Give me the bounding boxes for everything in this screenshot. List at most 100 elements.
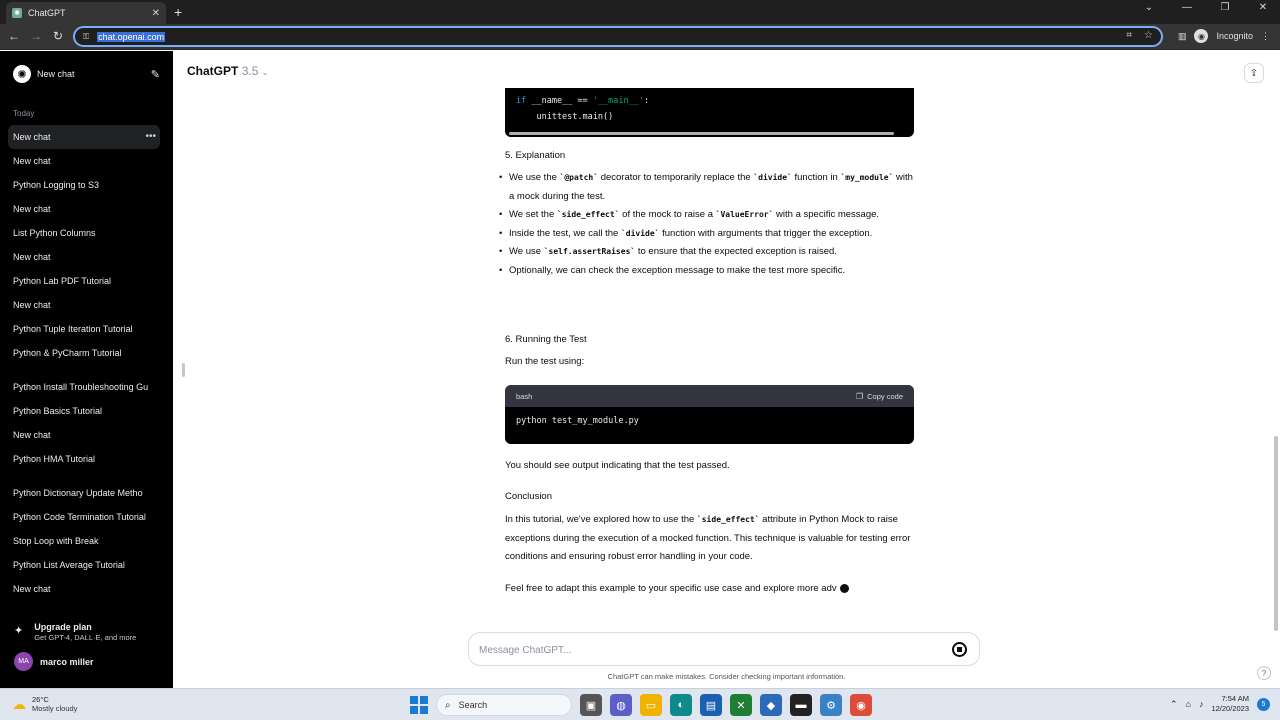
code-block-bash: bash ❐ Copy code python test_my_module.p… <box>505 385 914 444</box>
menu-kebab-icon[interactable]: ⋮ <box>1261 31 1270 42</box>
clipboard-icon: ❐ <box>855 391 864 401</box>
address-toolbar: ← → ↻ ⚿ chat.openai.com ⌗ ☆ ▥ ◉ Incognit… <box>0 24 1280 50</box>
openai-logo-icon: ✺ <box>13 65 31 83</box>
incognito-eye-icon[interactable]: ⌗ <box>1126 30 1132 41</box>
edge-icon[interactable]: ◐ <box>670 694 692 716</box>
user-menu[interactable]: MA marco miller <box>14 652 94 671</box>
volume-icon[interactable]: ♪ <box>1199 699 1204 709</box>
chevron-down-icon: ⌄ <box>261 68 269 77</box>
new-tab-icon[interactable]: + <box>174 3 182 21</box>
terminal-icon[interactable]: ▬ <box>790 694 812 716</box>
code-text: python test_my_module.py <box>516 416 639 426</box>
list-item[interactable]: Stop Loop with Break <box>8 529 160 553</box>
incognito-label[interactable]: Incognito <box>1216 31 1253 41</box>
site-info-icon[interactable]: ⚿ <box>83 32 89 42</box>
excel-icon[interactable]: ✕ <box>730 694 752 716</box>
minimize-icon[interactable]: — <box>1178 2 1196 13</box>
horizontal-scrollbar[interactable] <box>509 132 894 135</box>
list-item: Inside the test, we call the `divide` fu… <box>499 225 915 244</box>
list-item[interactable]: Python List Average Tutorial <box>8 553 160 577</box>
list-item[interactable]: Python & PyCharm Tutorial <box>8 341 160 365</box>
close-tab-icon[interactable]: ✕ <box>152 8 160 19</box>
model-selector[interactable]: ChatGPT 3.5 ⌄ <box>187 64 268 78</box>
list-item[interactable]: New chat <box>8 423 160 447</box>
list-item[interactable]: Python Tuple Iteration Tutorial <box>8 317 160 341</box>
file-explorer-icon[interactable]: ▭ <box>640 694 662 716</box>
windows-start-icon[interactable] <box>410 696 428 714</box>
output-note: You should see output indicating that th… <box>505 460 730 471</box>
list-item[interactable]: Python Basics Tutorial <box>8 399 160 423</box>
sparkle-icon: ✦ <box>14 625 24 637</box>
tab-search-icon[interactable]: ⌄ <box>1140 2 1158 13</box>
windows-taskbar: ☁ 26°C Mostly cloudy ⌕ Search ▣ ◍ ▭ ◐ ▤ ✕… <box>0 688 1280 720</box>
list-item[interactable]: Python Logging to S3 <box>8 173 160 197</box>
user-name: marco miller <box>40 656 94 667</box>
close-window-icon[interactable]: ✕ <box>1254 2 1272 13</box>
forward-icon[interactable]: → <box>28 29 44 43</box>
side-panel-icon[interactable]: ▥ <box>1178 31 1187 42</box>
settings-app-icon[interactable]: ⚙ <box>820 694 842 716</box>
upgrade-plan-button[interactable]: ✦ Upgrade plan Get GPT-4, DALL·E, and mo… <box>14 622 136 642</box>
list-item[interactable]: New chat <box>8 577 160 601</box>
share-icon[interactable]: ⇪ <box>1244 63 1264 83</box>
copy-code-button[interactable]: ❐ Copy code <box>856 392 903 401</box>
weather-widget[interactable]: ☁ 26°C Mostly cloudy <box>12 695 77 713</box>
list-item[interactable]: New chat <box>8 149 160 173</box>
final-line: Feel free to adapt this example to your … <box>505 580 915 599</box>
tab-title: ChatGPT <box>28 8 66 18</box>
task-view-icon[interactable]: ▣ <box>580 694 602 716</box>
avatar: MA <box>14 652 33 671</box>
chrome-icon[interactable]: ◉ <box>850 694 872 716</box>
incognito-icon[interactable]: ◉ <box>1194 29 1209 43</box>
list-item[interactable]: Python Lab PDF Tutorial <box>8 269 160 293</box>
notification-badge[interactable]: 5 <box>1257 697 1270 711</box>
temperature: 26°C <box>32 695 49 704</box>
stop-generating-button[interactable] <box>952 642 967 657</box>
message-input[interactable] <box>479 641 919 659</box>
vscode-icon[interactable]: ◆ <box>760 694 782 716</box>
list-item[interactable]: Python Install Troubleshooting Gu <box>8 375 160 399</box>
address-bar[interactable]: ⚿ chat.openai.com ⌗ ☆ <box>73 26 1163 47</box>
code-block-python: if __name__ == '__main__': unittest.main… <box>505 88 914 137</box>
list-item[interactable]: New chat ••• <box>8 125 160 149</box>
search-icon: ⌕ <box>445 699 451 711</box>
taskbar-search[interactable]: ⌕ Search <box>436 694 572 716</box>
chevron-up-icon[interactable]: ⌃ <box>1170 699 1178 710</box>
section-heading: 6. Running the Test <box>505 334 587 345</box>
cloud-sun-icon: ☁ <box>12 695 26 712</box>
list-item[interactable]: New chat <box>8 197 160 221</box>
store-icon[interactable]: ▤ <box>700 694 722 716</box>
new-chat-label: New chat <box>37 69 75 79</box>
list-item[interactable]: Python Code Termination Tutorial <box>8 505 160 529</box>
list-item[interactable]: Python HMA Tutorial <box>8 447 160 471</box>
url-text[interactable]: chat.openai.com <box>97 31 166 42</box>
upgrade-title: Upgrade plan <box>34 622 92 632</box>
new-chat-button[interactable]: ✺ New chat ✎ <box>10 63 160 85</box>
vertical-scrollbar[interactable] <box>1274 436 1278 631</box>
list-item[interactable]: List Python Columns <box>8 221 160 245</box>
section-heading: Conclusion <box>505 491 552 502</box>
stop-icon <box>957 647 962 652</box>
sidebar-toggle-handle[interactable] <box>182 363 185 377</box>
list-item[interactable]: New chat <box>8 293 160 317</box>
sidebar: ✺ New chat ✎ Today New chat ••• New chat … <box>0 51 173 688</box>
back-icon[interactable]: ← <box>6 29 22 43</box>
taskbar-apps: ⌕ Search ▣ ◍ ▭ ◐ ▤ ✕ ◆ ▬ ⚙ ◉ <box>410 694 872 716</box>
list-item: Optionally, we can check the exception m… <box>499 262 915 281</box>
run-intro: Run the test using: <box>505 356 585 367</box>
chat-icon[interactable]: ◍ <box>610 694 632 716</box>
clock[interactable]: 7:54 AM 12/20/2023 <box>1211 694 1249 714</box>
model-name: ChatGPT <box>187 64 239 78</box>
reload-icon[interactable]: ↻ <box>50 29 66 43</box>
edit-icon[interactable]: ✎ <box>151 68 160 81</box>
browser-tab[interactable]: ✺ ChatGPT ✕ <box>6 2 166 24</box>
upgrade-subtitle: Get GPT-4, DALL·E, and more <box>34 633 137 642</box>
bookmark-star-icon[interactable]: ☆ <box>1144 30 1153 41</box>
list-item[interactable]: Python Dictionary Update Metho <box>8 481 160 505</box>
list-item[interactable]: New chat <box>8 245 160 269</box>
help-icon[interactable]: ? <box>1257 666 1271 680</box>
more-options-icon[interactable]: ••• <box>145 125 156 149</box>
browser-tab-bar: ✺ ChatGPT ✕ + ⌄ — ❐ ✕ <box>0 0 1280 24</box>
network-icon[interactable]: ⌂ <box>1186 699 1191 709</box>
restore-icon[interactable]: ❐ <box>1216 2 1234 13</box>
